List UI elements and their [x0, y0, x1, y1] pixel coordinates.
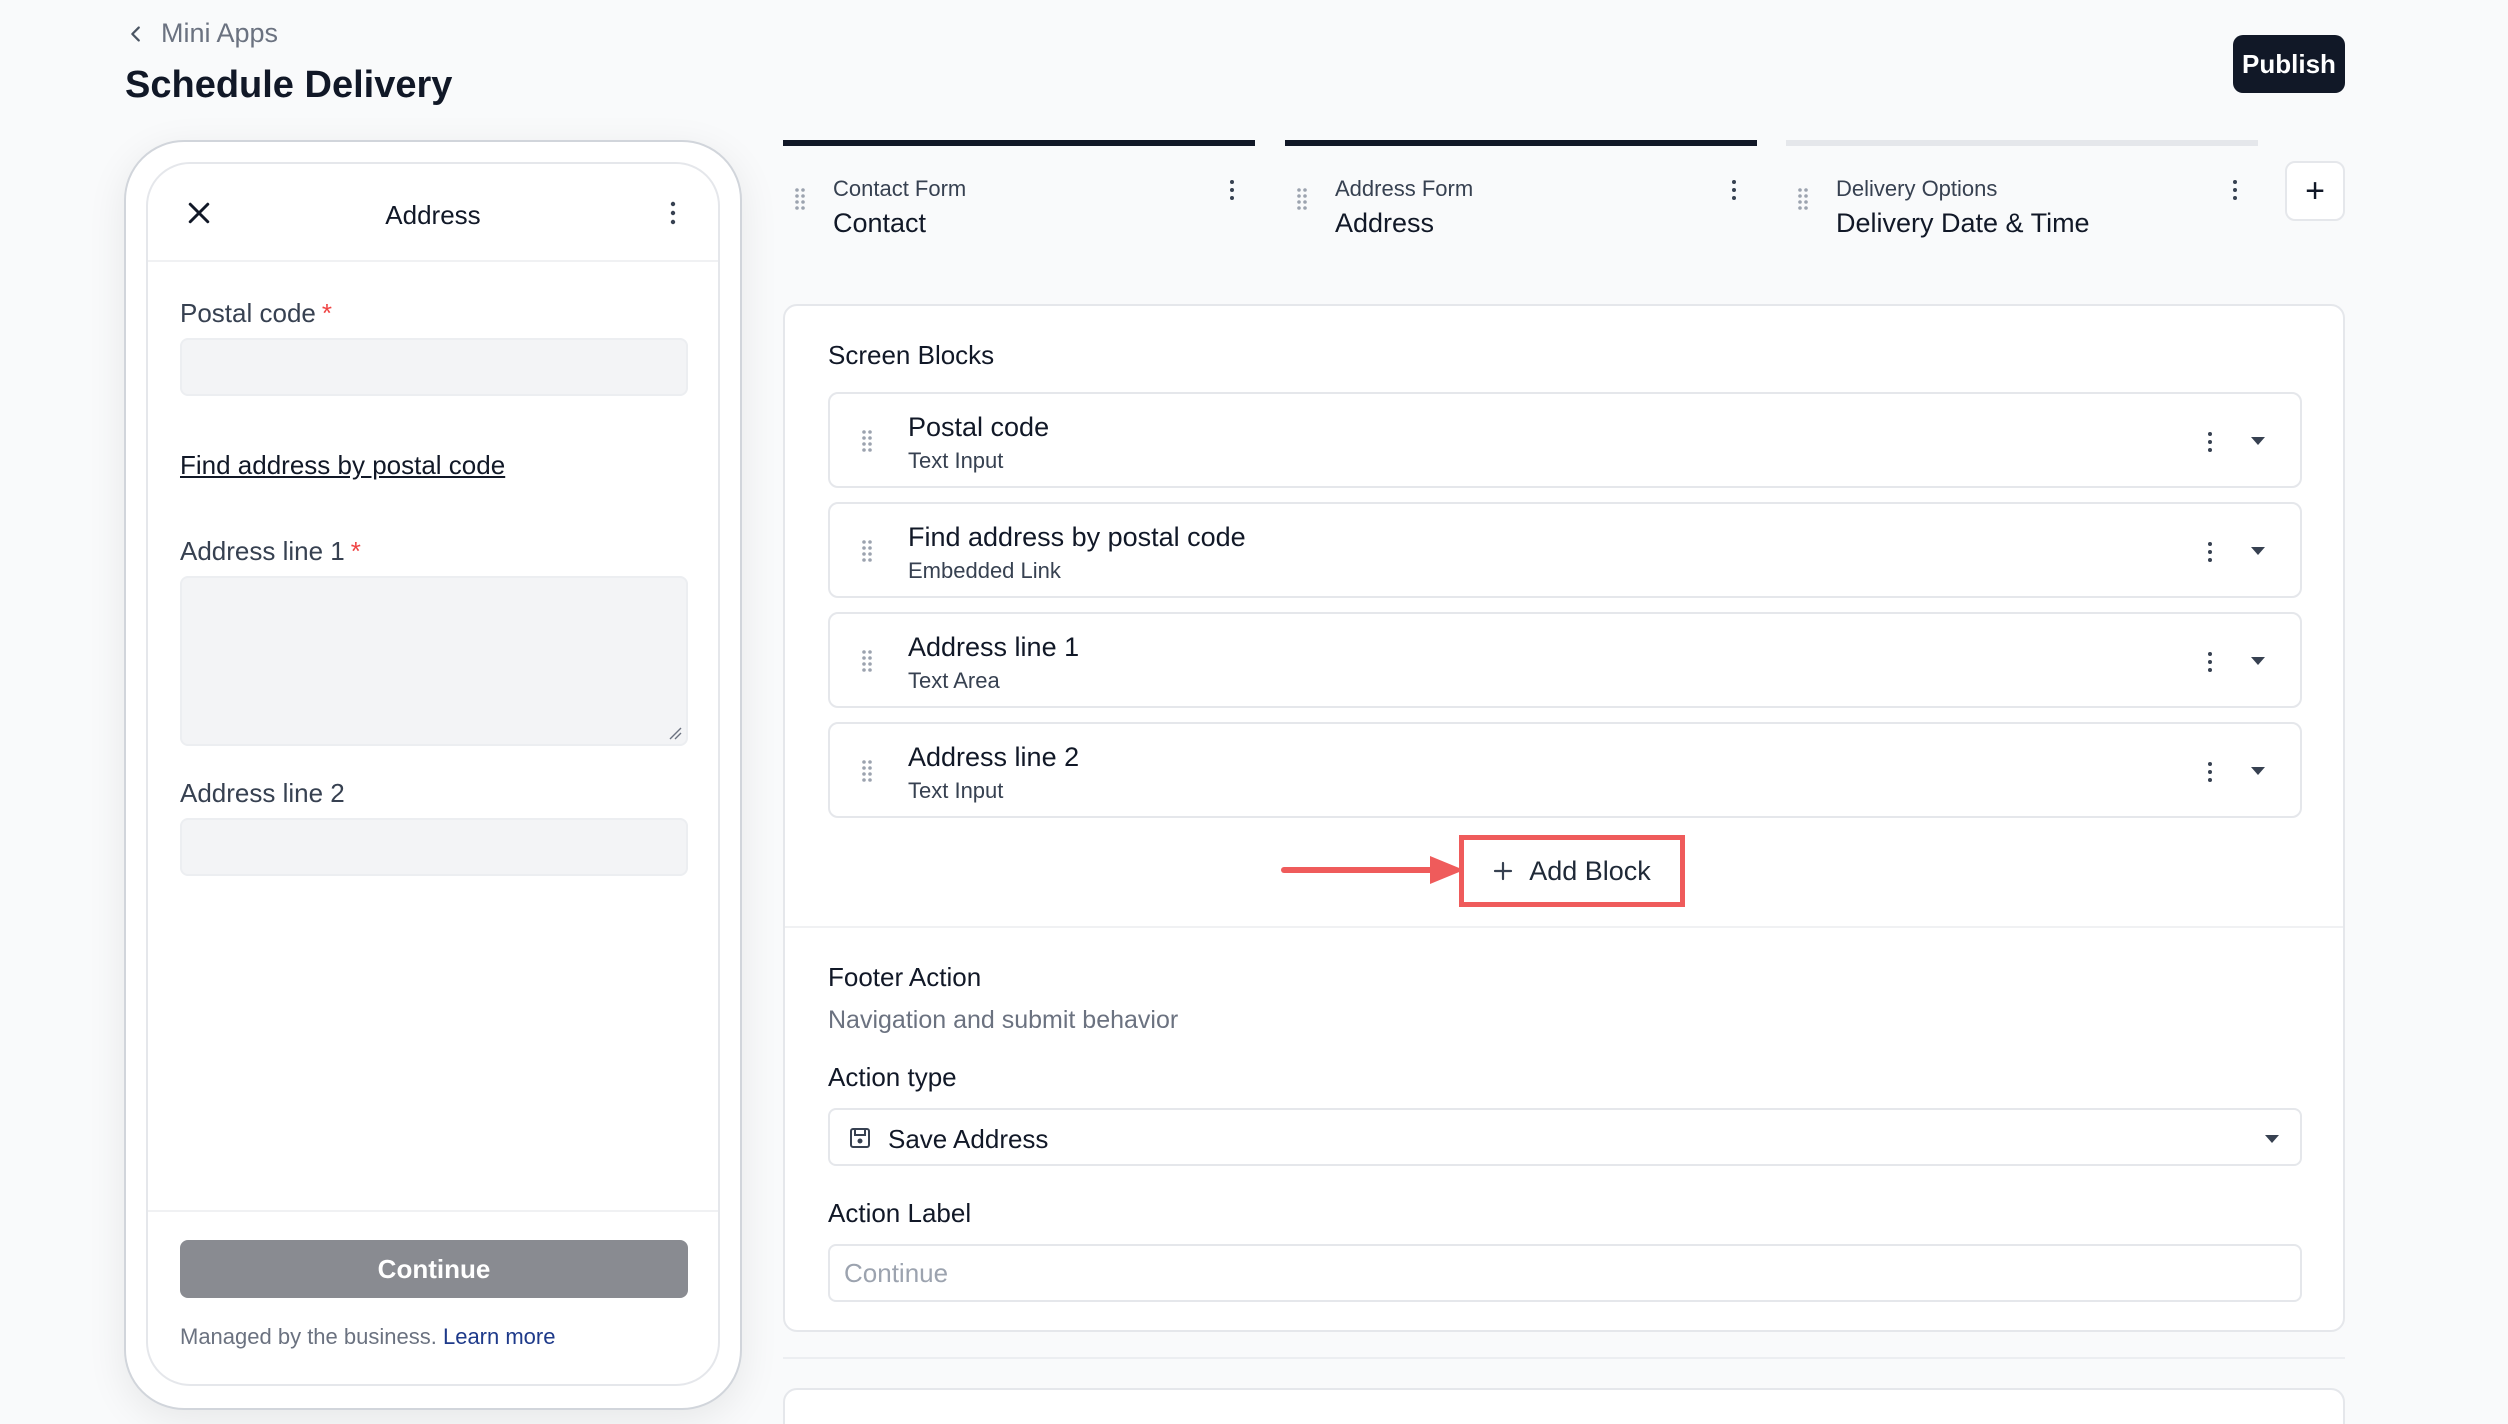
block-name: Postal code	[908, 412, 1050, 442]
address-line-2-label: Address line 2	[180, 778, 345, 808]
block-type: Embedded Link	[908, 558, 1061, 583]
chevron-down-icon	[2265, 1135, 2279, 1143]
annotation-arrow	[1281, 856, 1464, 884]
tab-indicator	[783, 140, 1255, 146]
required-marker: *	[350, 536, 361, 566]
more-vertical-icon[interactable]	[2230, 178, 2240, 202]
phone-header: Address	[148, 164, 718, 262]
drag-handle-icon[interactable]	[860, 648, 878, 674]
tab-indicator	[1786, 140, 2258, 146]
tab-contact[interactable]: Contact Form Contact	[783, 140, 1255, 250]
more-vertical-icon[interactable]	[2205, 430, 2215, 454]
action-label-input[interactable]	[828, 1244, 2302, 1302]
drag-handle-icon[interactable]	[1796, 186, 1814, 212]
block-item[interactable]: Address line 2 Text Input	[828, 722, 2302, 818]
block-type: Text Input	[908, 778, 1004, 803]
phone-footer	[148, 1210, 718, 1384]
more-vertical-icon[interactable]	[1227, 178, 1237, 202]
block-item[interactable]: Find address by postal code Embedded Lin…	[828, 502, 2302, 598]
chevron-down-icon[interactable]	[2250, 436, 2266, 446]
plus-icon	[1494, 861, 1513, 881]
action-label-label: Action Label	[828, 1198, 972, 1228]
next-section-card	[783, 1388, 2345, 1424]
tab-indicator	[1285, 140, 1757, 146]
footer-action-heading: Footer Action	[828, 962, 982, 992]
block-name: Address line 2	[908, 742, 1080, 772]
drag-handle-icon[interactable]	[860, 428, 878, 454]
chevron-left-icon	[131, 25, 140, 42]
block-item[interactable]: Postal code Text Input	[828, 392, 2302, 488]
action-type-label: Action type	[828, 1062, 957, 1092]
block-item[interactable]: Address line 1 Text Area	[828, 612, 2302, 708]
tab-name: Address	[1335, 208, 1435, 238]
section-divider	[783, 1357, 2345, 1359]
tab-subtitle: Contact Form	[833, 176, 967, 201]
chevron-down-icon[interactable]	[2250, 546, 2266, 556]
drag-handle-icon[interactable]	[860, 758, 878, 784]
action-type-select[interactable]: Save Address	[828, 1108, 2302, 1166]
tab-delivery-options[interactable]: Delivery Options Delivery Date & Time	[1786, 140, 2258, 250]
more-vertical-icon[interactable]	[2205, 540, 2215, 564]
chevron-down-icon[interactable]	[2250, 766, 2266, 776]
block-name: Address line 1	[908, 632, 1080, 662]
publish-button[interactable]: Publish	[2233, 35, 2345, 93]
footer-action-description: Navigation and submit behavior	[828, 1006, 1179, 1034]
tab-subtitle: Delivery Options	[1836, 176, 1998, 201]
tab-name: Contact	[833, 208, 927, 238]
add-block-label: Add Block	[1529, 855, 1651, 886]
address-line-1-label: Address line 1 *	[180, 536, 361, 566]
back-link-label: Mini Apps	[161, 18, 279, 48]
resize-handle-icon[interactable]	[668, 726, 682, 740]
tab-address[interactable]: Address Form Address	[1285, 140, 1757, 250]
learn-more-link[interactable]: Learn more	[443, 1324, 556, 1349]
section-divider	[785, 926, 2343, 928]
more-vertical-icon[interactable]	[2205, 650, 2215, 674]
back-link[interactable]: Mini Apps	[125, 18, 278, 49]
block-type: Text Input	[908, 448, 1004, 473]
drag-handle-icon[interactable]	[1295, 186, 1313, 212]
drag-handle-icon[interactable]	[793, 186, 811, 212]
required-marker: *	[321, 298, 332, 328]
block-type: Text Area	[908, 668, 1000, 693]
address-line-2-input[interactable]	[180, 818, 688, 876]
continue-button[interactable]: Continue	[180, 1240, 688, 1298]
find-address-link[interactable]: Find address by postal code	[180, 450, 505, 481]
plus-icon: +	[2305, 171, 2325, 210]
more-vertical-icon[interactable]	[668, 200, 678, 226]
address-line-1-textarea[interactable]	[180, 576, 688, 746]
more-vertical-icon[interactable]	[2205, 760, 2215, 784]
tab-name: Delivery Date & Time	[1836, 208, 2090, 238]
phone-screen: Address Postal code * Find address by pos…	[146, 162, 720, 1386]
page-title: Schedule Delivery	[125, 64, 453, 106]
managed-note: Managed by the business. Learn more	[180, 1324, 556, 1349]
screen-settings-panel: Screen Blocks Postal code Text Input Fin…	[783, 304, 2345, 1332]
block-name: Find address by postal code	[908, 522, 1246, 552]
chevron-down-icon[interactable]	[2250, 656, 2266, 666]
save-icon	[850, 1128, 870, 1148]
drag-handle-icon[interactable]	[860, 538, 878, 564]
add-block-button[interactable]: Add Block	[1459, 835, 1685, 907]
postal-code-label: Postal code *	[180, 298, 332, 328]
postal-code-input[interactable]	[180, 338, 688, 396]
screen-blocks-heading: Screen Blocks	[828, 340, 995, 370]
action-type-value: Save Address	[888, 1124, 1049, 1154]
phone-screen-title: Address	[385, 200, 481, 230]
add-screen-button[interactable]: +	[2285, 161, 2345, 221]
tab-subtitle: Address Form	[1335, 176, 1474, 201]
more-vertical-icon[interactable]	[1729, 178, 1739, 202]
